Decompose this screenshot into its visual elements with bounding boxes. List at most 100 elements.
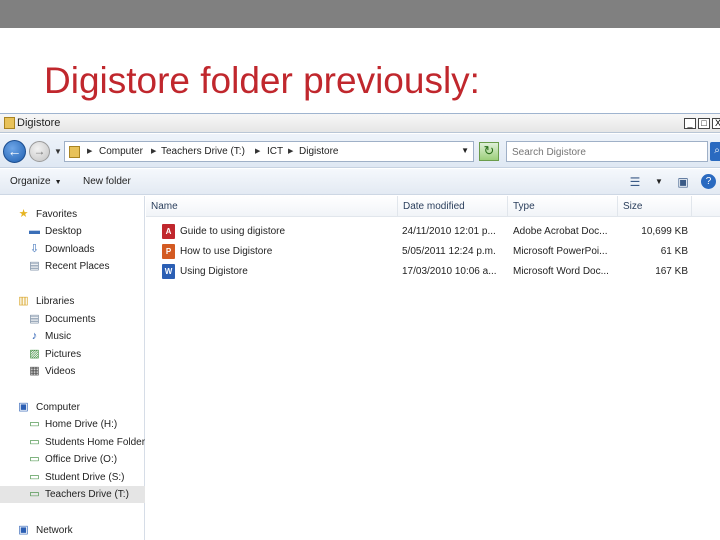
search-icon[interactable]: ⌕ — [710, 142, 720, 161]
back-button[interactable]: ← — [3, 140, 26, 163]
nav-teachers-drive[interactable]: ▭ Teachers Drive (T:) — [0, 486, 145, 503]
nav-computer[interactable]: ▣ Computer — [0, 399, 145, 416]
music-icon: ♪ — [31, 330, 38, 342]
computer-icon: ▣ — [18, 401, 29, 413]
file-size: 61 KB — [660, 246, 688, 257]
address-bar: ← → ▼ ▶ Computer ▶ Teachers Drive (T:) ▶… — [0, 134, 720, 168]
breadcrumb-separator[interactable]: ▶ — [255, 147, 260, 155]
file-list: Name Date modified Type Size A Guide to … — [146, 196, 720, 540]
nav-computer-label: Computer — [36, 402, 80, 413]
column-header-size[interactable]: Size — [618, 196, 692, 217]
nav-pictures-label: Pictures — [45, 349, 82, 360]
nav-students-home-folder[interactable]: ▭ Students Home Folder — [0, 434, 145, 451]
address-dropdown-icon[interactable]: ▼ — [461, 146, 469, 155]
column-header-filler — [692, 196, 720, 217]
minimize-button[interactable]: _ — [684, 118, 696, 129]
breadcrumb-computer[interactable]: Computer — [99, 146, 143, 157]
organize-button[interactable]: Organize ▼ — [10, 176, 62, 187]
help-icon[interactable]: ? — [701, 174, 716, 189]
network-icon: ▣ — [18, 524, 29, 536]
nav-libraries-label: Libraries — [36, 296, 75, 307]
nav-desktop-label: Desktop — [45, 226, 82, 237]
breadcrumb-separator[interactable]: ▶ — [151, 147, 156, 155]
network-drive-icon: ▭ — [29, 418, 40, 430]
libraries-icon: ▥ — [18, 295, 29, 307]
search-input[interactable] — [512, 145, 702, 159]
breadcrumb-separator[interactable]: ▶ — [87, 147, 92, 155]
nav-videos[interactable]: ▦ Videos — [0, 363, 145, 380]
column-header-date-modified[interactable]: Date modified — [398, 196, 508, 217]
nav-libraries[interactable]: ▥ Libraries — [0, 293, 145, 310]
column-header-name[interactable]: Name — [146, 196, 398, 217]
nav-desktop[interactable]: ▬ Desktop — [0, 223, 145, 240]
recent-places-icon: ▤ — [29, 260, 40, 272]
column-header-name-label: Name — [151, 201, 178, 212]
recent-pages-dropdown[interactable]: ▼ — [54, 147, 62, 156]
documents-icon: ▤ — [29, 313, 40, 325]
folder-icon — [4, 117, 15, 129]
breadcrumb-digistore[interactable]: Digistore — [299, 146, 338, 157]
file-name: How to use Digistore — [180, 246, 273, 257]
breadcrumb-ict[interactable]: ICT — [267, 146, 283, 157]
address-path[interactable]: ▶ Computer ▶ Teachers Drive (T:) ▶ ICT ▶… — [64, 141, 474, 162]
column-header-size-label: Size — [623, 201, 643, 212]
slide-top-band — [0, 0, 720, 28]
column-header-type-label: Type — [513, 201, 535, 212]
powerpoint-icon: P — [162, 244, 175, 259]
nav-favorites[interactable]: ★ Favorites — [0, 206, 145, 223]
nav-network[interactable]: ▣ Network — [0, 522, 145, 539]
nav-home-drive-label: Home Drive (H:) — [45, 419, 118, 430]
search-box[interactable] — [506, 141, 708, 162]
nav-office-drive-label: Office Drive (O:) — [45, 454, 118, 465]
pdf-icon: A — [162, 224, 175, 239]
nav-recent-places[interactable]: ▤ Recent Places — [0, 258, 145, 275]
file-type: Adobe Acrobat Doc... — [513, 226, 608, 237]
nav-documents[interactable]: ▤ Documents — [0, 311, 145, 328]
nav-downloads[interactable]: ⇩ Downloads — [0, 241, 145, 258]
nav-music[interactable]: ♪ Music — [0, 328, 145, 345]
star-icon: ★ — [18, 208, 29, 220]
nav-network-label: Network — [36, 525, 73, 536]
breadcrumb-teachers-drive[interactable]: Teachers Drive (T:) — [161, 146, 245, 157]
nav-home-drive[interactable]: ▭ Home Drive (H:) — [0, 416, 145, 433]
preview-pane-icon[interactable]: ▣ — [675, 174, 691, 190]
file-name: Guide to using digistore — [180, 226, 286, 237]
window-titlebar[interactable]: Digistore _ □ X — [0, 114, 720, 133]
command-toolbar: Organize ▼ New folder ☰ ▼ ▣ ? — [0, 169, 720, 195]
organize-label: Organize — [10, 176, 51, 187]
explorer-window: Digistore _ □ X ← → ▼ ▶ Computer ▶ Teach… — [0, 113, 720, 540]
nav-student-drive[interactable]: ▭ Student Drive (S:) — [0, 469, 145, 486]
nav-teachers-drive-label: Teachers Drive (T:) — [45, 489, 129, 500]
nav-student-drive-label: Student Drive (S:) — [45, 472, 125, 483]
table-row[interactable]: W Using Digistore 17/03/2010 10:06 a... … — [146, 262, 720, 282]
close-button[interactable]: X — [712, 118, 720, 129]
nav-documents-label: Documents — [45, 314, 96, 325]
maximize-button[interactable]: □ — [698, 118, 710, 129]
videos-icon: ▦ — [29, 365, 40, 377]
refresh-button[interactable]: ↻ — [479, 142, 499, 161]
file-size: 167 KB — [655, 266, 688, 277]
table-row[interactable]: P How to use Digistore 5/05/2011 12:24 p… — [146, 242, 720, 262]
downloads-icon: ⇩ — [29, 243, 40, 255]
file-size: 10,699 KB — [641, 226, 688, 237]
forward-button[interactable]: → — [29, 141, 50, 162]
breadcrumb-separator[interactable]: ▶ — [288, 147, 293, 155]
nav-recent-places-label: Recent Places — [45, 261, 110, 272]
view-options-icon[interactable]: ☰ — [627, 174, 643, 190]
nav-office-drive[interactable]: ▭ Office Drive (O:) — [0, 451, 145, 468]
nav-pictures[interactable]: ▨ Pictures — [0, 346, 145, 363]
new-folder-button[interactable]: New folder — [83, 176, 131, 187]
table-row[interactable]: A Guide to using digistore 24/11/2010 12… — [146, 222, 720, 242]
nav-downloads-label: Downloads — [45, 244, 95, 255]
file-type: Microsoft PowerPoi... — [513, 246, 608, 257]
slide-title: Digistore folder previously: — [44, 60, 480, 101]
column-header-type[interactable]: Type — [508, 196, 618, 217]
chevron-down-icon: ▼ — [54, 179, 62, 186]
word-icon: W — [162, 264, 175, 279]
file-date-modified: 5/05/2011 12:24 p.m. — [402, 246, 496, 257]
file-date-modified: 24/11/2010 12:01 p... — [402, 226, 496, 237]
network-drive-icon: ▭ — [29, 471, 40, 483]
folder-icon — [69, 146, 80, 158]
file-type: Microsoft Word Doc... — [513, 266, 609, 277]
chevron-down-icon[interactable]: ▼ — [651, 174, 667, 190]
